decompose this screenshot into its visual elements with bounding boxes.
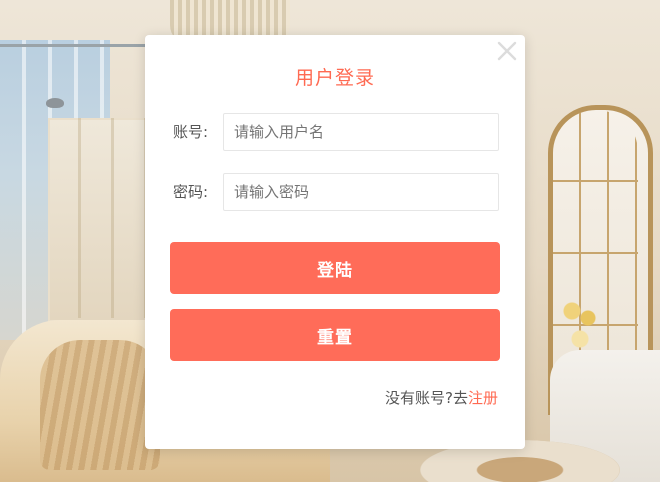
password-row: 密码: bbox=[173, 173, 499, 211]
register-link[interactable]: 注册 bbox=[468, 389, 498, 407]
password-label: 密码: bbox=[173, 183, 209, 201]
username-row: 账号: bbox=[173, 113, 499, 151]
bg-curtain-rail bbox=[0, 44, 150, 47]
register-prompt-text: 没有账号?去 bbox=[385, 389, 468, 407]
register-prompt: 没有账号?去注册 bbox=[385, 387, 498, 408]
login-dialog: 用户登录 账号: 密码: 登陆 重置 没有账号?去注册 bbox=[145, 35, 525, 449]
bg-folding-screen-panels bbox=[48, 118, 148, 318]
bg-blanket bbox=[40, 340, 160, 470]
bg-bird-ornament bbox=[46, 98, 64, 108]
close-icon[interactable] bbox=[494, 38, 520, 64]
reset-button[interactable]: 重置 bbox=[170, 309, 500, 361]
username-input[interactable] bbox=[223, 113, 499, 151]
dialog-title: 用户登录 bbox=[294, 67, 375, 89]
login-button[interactable]: 登陆 bbox=[170, 242, 500, 294]
username-label: 账号: bbox=[173, 123, 209, 141]
password-input[interactable] bbox=[223, 173, 499, 211]
